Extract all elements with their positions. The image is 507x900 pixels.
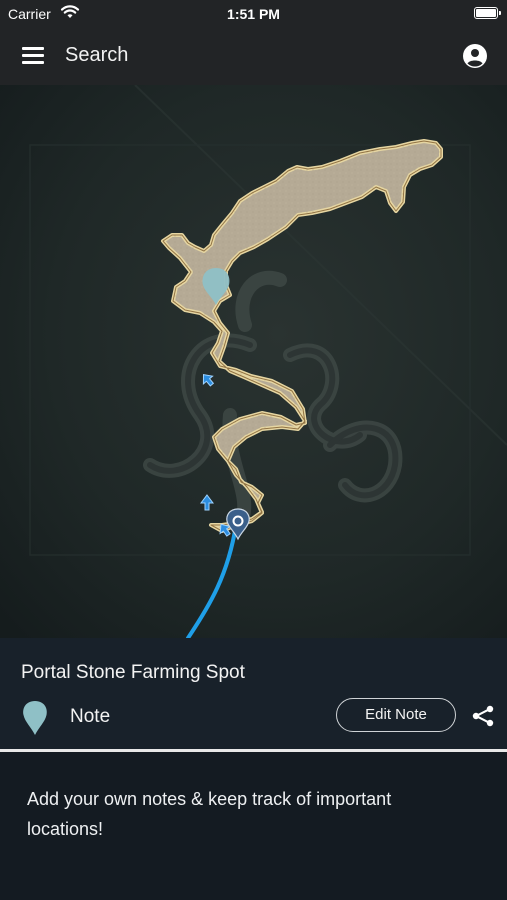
note-body: Add your own notes & keep track of impor…: [27, 789, 392, 839]
battery-icon: [474, 7, 501, 19]
divider: [0, 749, 507, 752]
location-title: Portal Stone Farming Spot: [21, 662, 245, 683]
edit-note-button[interactable]: Edit Note: [336, 698, 456, 732]
app-bar: Search: [0, 28, 507, 85]
status-bar: Carrier 1:51 PM: [0, 0, 507, 28]
category-label: Note: [70, 706, 111, 727]
pin-icon: [23, 701, 47, 735]
clock: 1:51 PM: [227, 6, 280, 22]
hamburger-menu-icon[interactable]: [22, 47, 44, 65]
map-view[interactable]: [0, 85, 507, 638]
account-icon[interactable]: [462, 43, 488, 69]
map-canvas[interactable]: [0, 85, 507, 638]
location-info-panel: Portal Stone Farming Spot Note Edit Note: [0, 638, 507, 750]
search-title[interactable]: Search: [65, 44, 128, 67]
share-icon[interactable]: [471, 704, 495, 728]
